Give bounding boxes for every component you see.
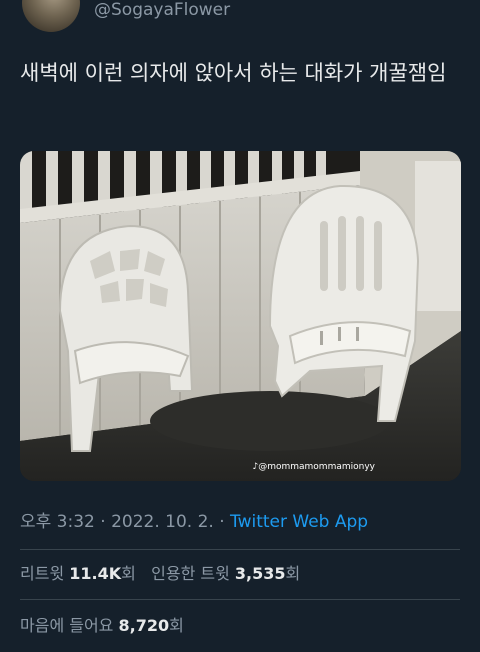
quotes-count: 3,535 — [234, 564, 286, 583]
quotes-link[interactable]: 인용한 트윗 3,535회 — [151, 564, 300, 583]
photo-watermark: ♪@mommamommamionyy — [252, 462, 375, 472]
avatar[interactable] — [22, 0, 80, 32]
likes-count: 8,720 — [118, 616, 170, 635]
likes-label: 마음에 들어요 — [20, 616, 114, 635]
retweets-count: 11.4K — [69, 564, 122, 583]
divider — [20, 599, 460, 600]
retweets-suffix: 회 — [121, 564, 136, 583]
likes-stats: 마음에 들어요 8,720회 — [20, 614, 184, 638]
likes-link[interactable]: 마음에 들어요 8,720회 — [20, 616, 184, 635]
retweet-quote-stats: 리트윗 11.4K회 인용한 트윗 3,535회 — [20, 562, 300, 586]
divider — [20, 549, 460, 550]
meta-separator: · — [94, 512, 112, 532]
quotes-label: 인용한 트윗 — [151, 564, 230, 583]
tweet-date[interactable]: 2022. 10. 2. — [111, 512, 214, 532]
meta-separator: · — [213, 512, 231, 532]
user-handle[interactable]: @SogayaFlower — [94, 0, 230, 20]
retweets-link[interactable]: 리트윗 11.4K회 — [20, 564, 136, 583]
likes-suffix: 회 — [169, 616, 184, 635]
tweet-time[interactable]: 오후 3:32 — [20, 512, 95, 532]
tweet-text: 새벽에 이런 의자에 앉아서 하는 대화가 개꿀잼임 — [20, 61, 447, 85]
retweets-label: 리트윗 — [20, 564, 65, 583]
quotes-suffix: 회 — [285, 564, 301, 583]
tweet-source-app[interactable]: Twitter Web App — [230, 512, 368, 532]
photo-of-plastic-chairs — [20, 151, 461, 481]
tweet-meta: 오후 3:32 · 2022. 10. 2. · Twitter Web App — [20, 510, 368, 534]
tweet-header: @SogayaFlower — [0, 0, 480, 40]
tweet-photo[interactable]: ♪@mommamommamionyy — [20, 151, 461, 481]
